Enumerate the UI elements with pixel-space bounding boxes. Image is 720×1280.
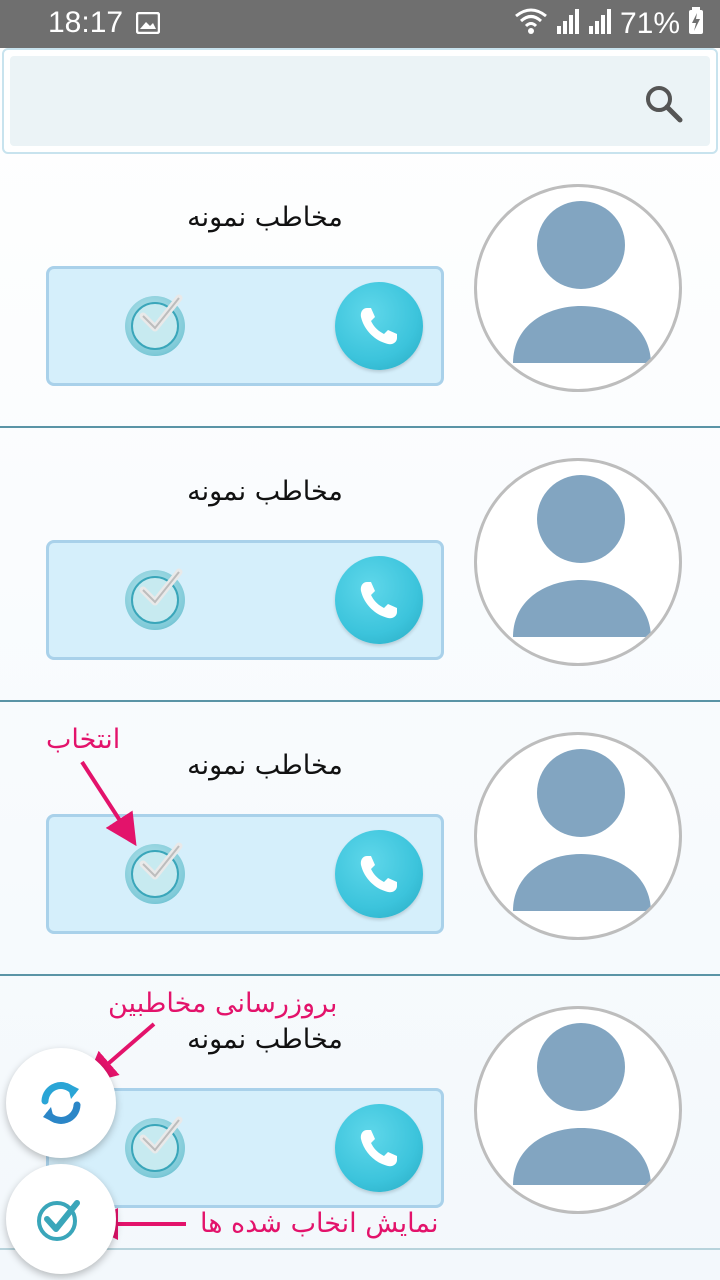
phone-icon: [360, 1130, 397, 1167]
call-button[interactable]: [335, 1104, 423, 1192]
status-indicators: 71%: [514, 6, 704, 41]
refresh-icon: [41, 1082, 81, 1124]
search-bar: [2, 48, 718, 154]
search-input[interactable]: [30, 74, 630, 130]
check-icon: [139, 294, 183, 332]
call-button[interactable]: [335, 282, 423, 370]
check-icon: [139, 568, 183, 606]
check-circle-icon: [37, 1200, 80, 1241]
contact-action-panel: [46, 814, 444, 934]
phone-icon: [360, 308, 397, 345]
search-field-background: [10, 56, 710, 146]
person-icon: [513, 475, 651, 637]
check-icon: [139, 842, 183, 880]
battery-charging-icon: [688, 7, 704, 40]
contact-name: مخاطب نمونه: [187, 750, 343, 781]
contact-name: مخاطب نمونه: [187, 1024, 343, 1055]
contact-action-panel: [46, 540, 444, 660]
select-checkbox[interactable]: [125, 568, 185, 630]
select-checkbox[interactable]: [125, 1116, 185, 1178]
contact-avatar: [474, 458, 682, 666]
signal-icon-2: [588, 8, 612, 39]
contact-row[interactable]: مخاطب نمونه: [0, 428, 720, 702]
phone-icon: [360, 856, 397, 893]
contact-name: مخاطب نمونه: [187, 202, 343, 233]
select-checkbox[interactable]: [125, 294, 185, 356]
call-button[interactable]: [335, 830, 423, 918]
refresh-contacts-button[interactable]: [6, 1048, 116, 1158]
phone-icon: [360, 582, 397, 619]
show-selected-button[interactable]: [6, 1164, 116, 1274]
annotation-select: انتخاب: [46, 724, 121, 755]
select-checkbox[interactable]: [125, 842, 185, 904]
contact-avatar: [474, 732, 682, 940]
gallery-icon: [135, 11, 161, 39]
contact-row[interactable]: مخاطب نمونه: [0, 154, 720, 428]
status-bar: 18:17 71%: [0, 0, 720, 48]
annotation-show-selected: نمایش انخاب شده ها: [200, 1208, 439, 1239]
signal-icon: [556, 8, 580, 39]
contact-avatar: [474, 1006, 682, 1214]
status-time: 18:17: [48, 6, 124, 39]
search-icon[interactable]: [644, 84, 684, 124]
battery-percentage: 71%: [619, 6, 680, 40]
contact-action-panel: [46, 266, 444, 386]
contact-name: مخاطب نمونه: [187, 476, 343, 507]
call-button[interactable]: [335, 556, 423, 644]
wifi-icon: [514, 6, 548, 41]
person-icon: [513, 749, 651, 911]
person-icon: [513, 1023, 651, 1185]
person-icon: [513, 201, 651, 363]
check-icon: [139, 1116, 183, 1154]
contact-avatar: [474, 184, 682, 392]
annotation-refresh-contacts: بروزرسانی مخاطبین: [108, 988, 338, 1019]
